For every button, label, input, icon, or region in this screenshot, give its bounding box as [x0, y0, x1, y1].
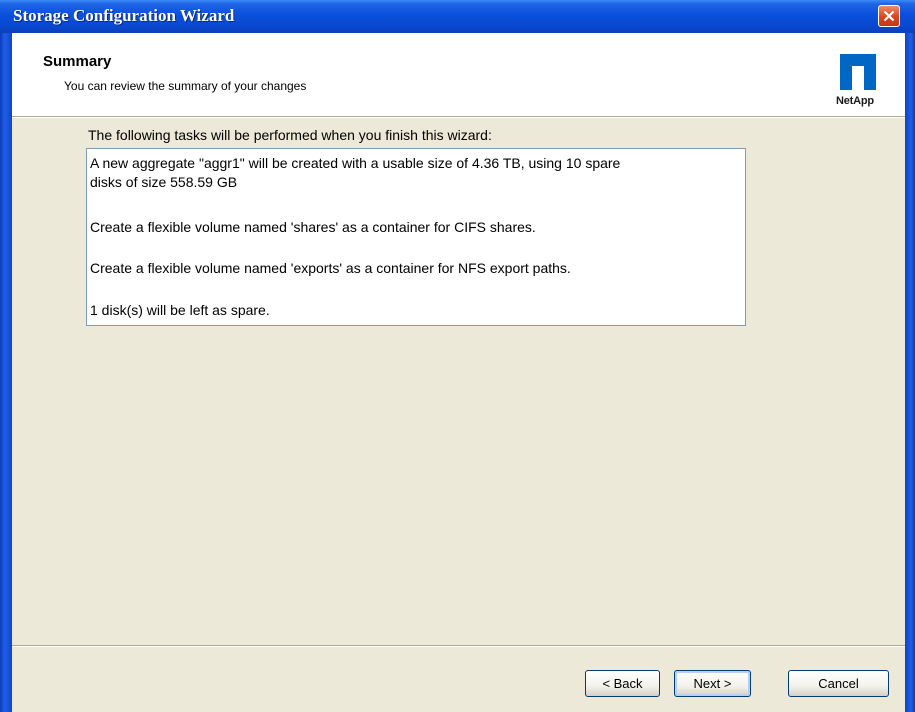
summary-textbox[interactable]: A new aggregate "aggr1" will be created … [86, 148, 746, 326]
netapp-logo: NetApp [836, 54, 894, 116]
summary-line: disks of size 558.59 GB [90, 174, 238, 190]
summary-line: Create a flexible volume named 'shares' … [90, 219, 536, 235]
summary-line: Create a flexible volume named 'exports'… [90, 260, 571, 276]
wizard-footer [12, 647, 905, 712]
logo-text: NetApp [836, 95, 874, 107]
next-button[interactable]: Next > [674, 670, 751, 697]
window-title: Storage Configuration Wizard [13, 6, 235, 25]
wizard-header [12, 33, 905, 116]
cancel-button[interactable]: Cancel [788, 670, 889, 697]
page-title: Summary [43, 53, 112, 70]
summary-line: A new aggregate "aggr1" will be created … [90, 155, 621, 171]
window-frame-left [0, 0, 12, 712]
title-bar[interactable]: Storage Configuration Wizard [0, 0, 915, 33]
netapp-logo-icon [840, 54, 876, 90]
wizard-window: Storage Configuration Wizard Summary You… [0, 0, 915, 712]
page-subtitle: You can review the summary of your chang… [64, 79, 307, 93]
back-button[interactable]: < Back [585, 670, 660, 697]
close-x-icon [883, 10, 895, 22]
close-button[interactable] [878, 5, 900, 27]
window-frame-right [905, 0, 915, 712]
summary-intro: The following tasks will be performed wh… [88, 127, 492, 143]
summary-line: 1 disk(s) will be left as spare. [90, 302, 270, 318]
